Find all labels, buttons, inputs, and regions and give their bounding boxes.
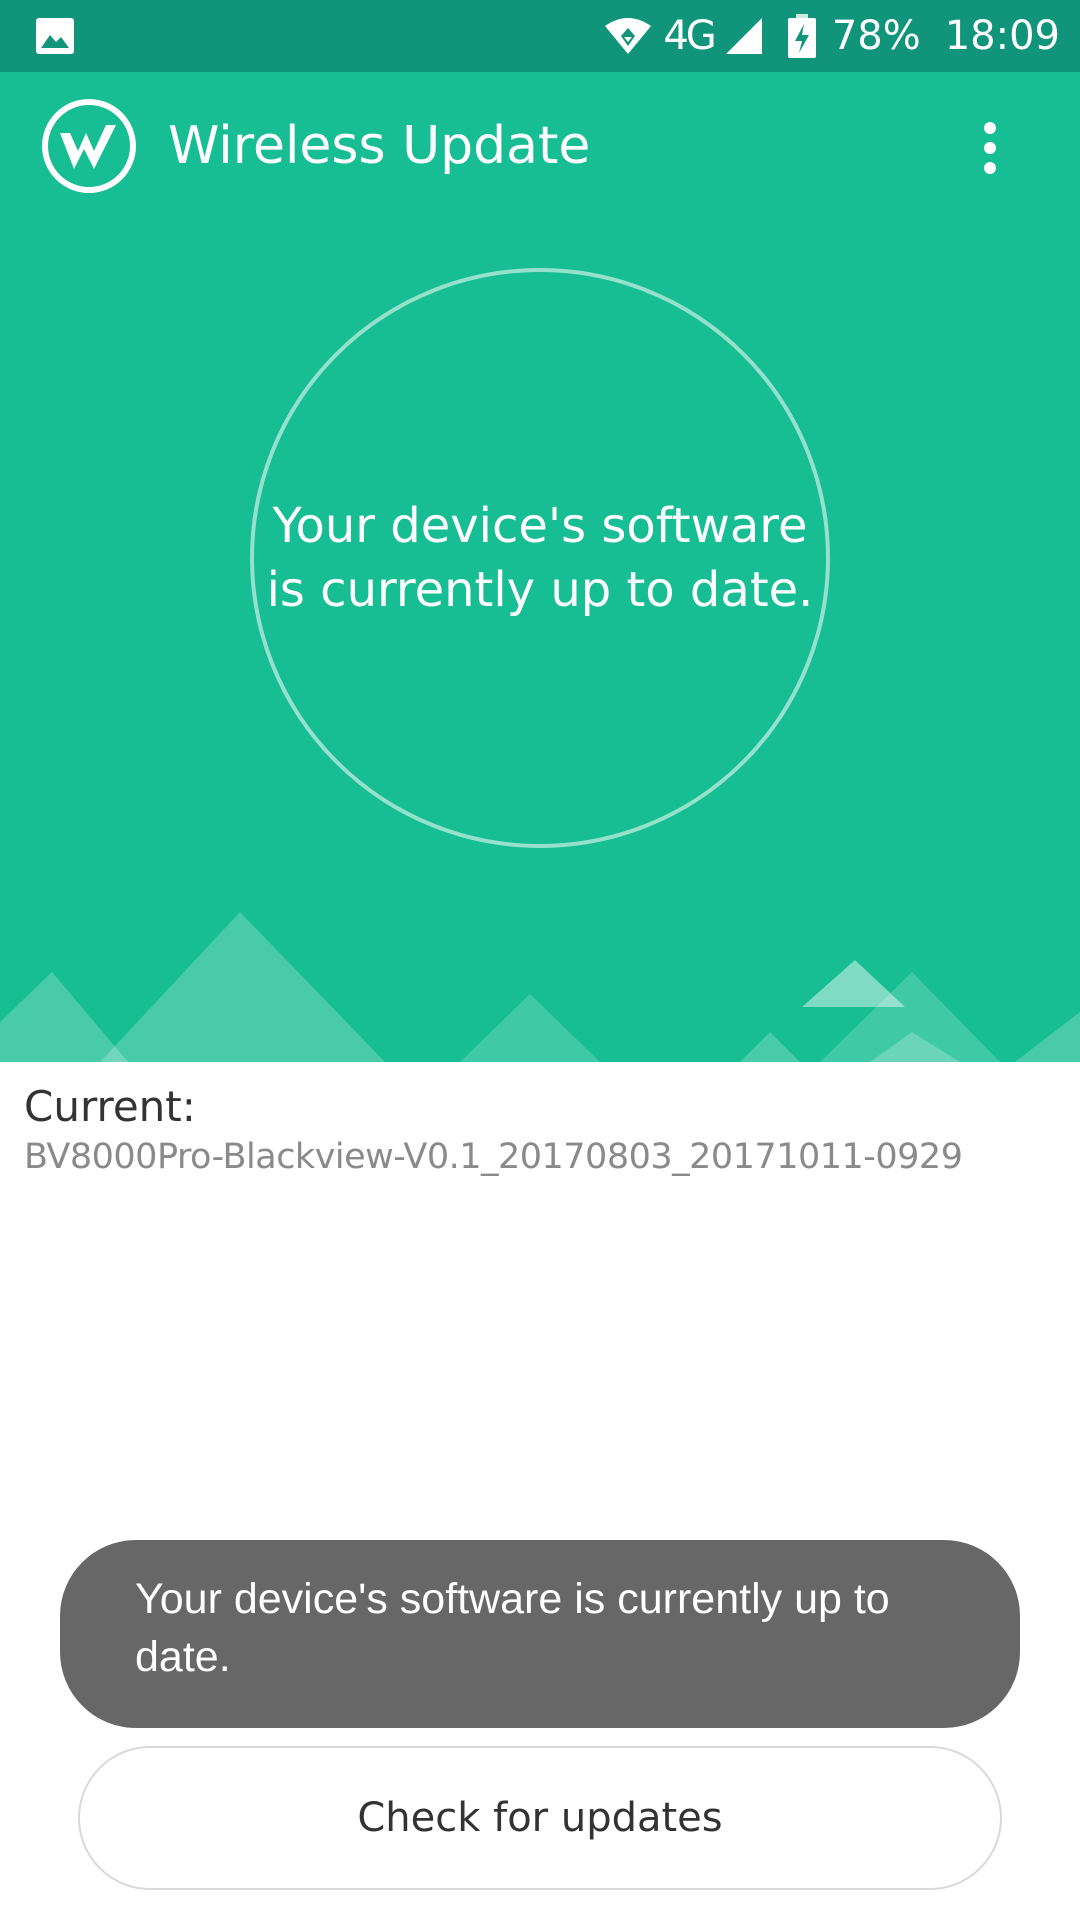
toast-message: Your device's software is currently up t… <box>135 1575 890 1681</box>
wireless-update-logo-icon <box>40 97 138 195</box>
check-for-updates-button[interactable]: Check for updates <box>78 1746 1002 1890</box>
update-status-message: Your device's software is currently up t… <box>266 498 814 618</box>
app-title: Wireless Update <box>168 116 591 176</box>
network-type-label: 4G <box>663 13 716 59</box>
wifi-icon <box>603 16 653 56</box>
update-hero: Wireless Update Your device's software i… <box>0 72 1080 1062</box>
toast-notification: Your device's software is currently up t… <box>60 1540 1020 1728</box>
signal-icon <box>724 16 764 56</box>
battery-percent: 78% <box>831 13 921 59</box>
menu-dot <box>984 122 996 134</box>
image-icon <box>36 18 74 54</box>
status-bar: 4G 78% 18:09 <box>0 0 1080 72</box>
more-vertical-icon[interactable] <box>966 116 1014 180</box>
current-version-section: Current: BV8000Pro-Blackview-V0.1_201708… <box>24 1082 1064 1177</box>
status-icons: 4G 78% 18:09 <box>603 0 1060 72</box>
current-version-value: BV8000Pro-Blackview-V0.1_20170803_201710… <box>24 1137 963 1177</box>
status-circle: Your device's software is currently up t… <box>250 268 830 848</box>
current-version-label: Current: <box>24 1082 196 1131</box>
menu-dot <box>984 142 996 154</box>
clock-time: 18:09 <box>944 13 1060 59</box>
battery-charging-icon <box>787 14 816 58</box>
menu-dot <box>984 162 996 174</box>
